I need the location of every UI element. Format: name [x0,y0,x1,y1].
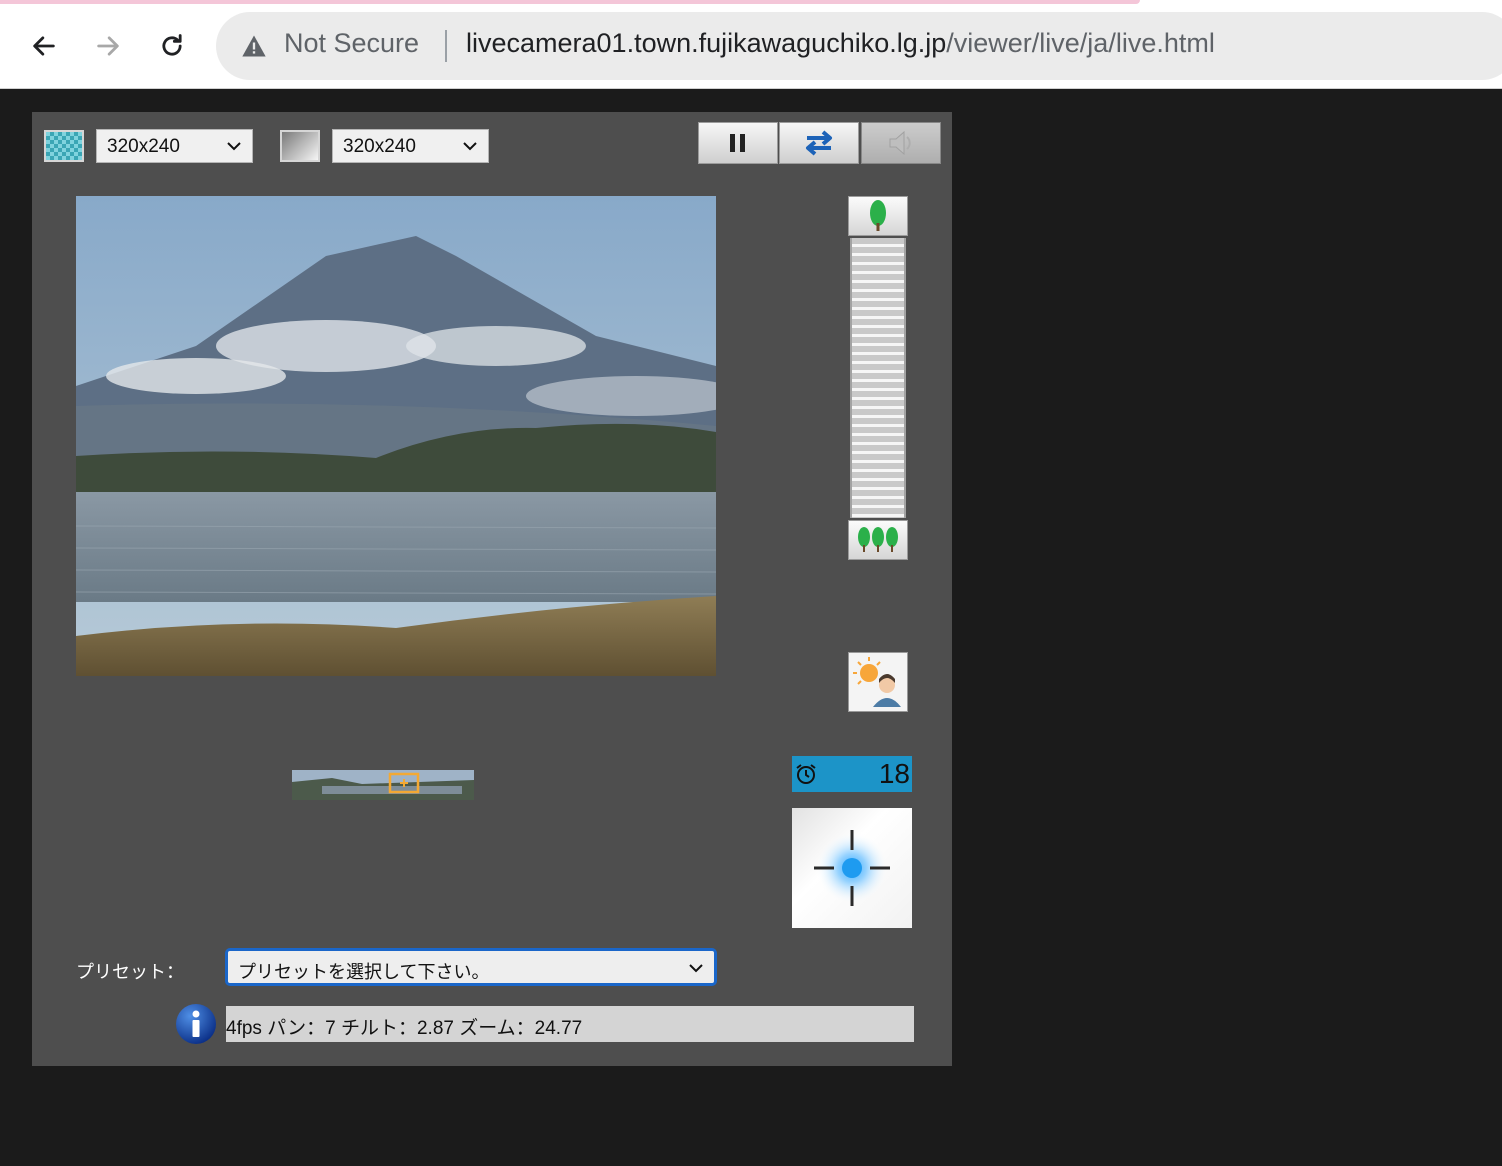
gradient-square-icon[interactable] [280,130,320,162]
swap-camera-button[interactable] [779,122,859,164]
url-text[interactable]: livecamera01.town.fujikawaguchiko.lg.jp/… [466,28,1215,59]
zoom-in-button[interactable] [848,196,908,236]
resolution-select-1[interactable]: 320x240 [96,129,253,163]
audio-button[interactable] [861,122,941,164]
address-bar[interactable]: Not Secure livecamera01.town.fujikawaguc… [216,12,1502,80]
pause-button[interactable] [698,122,778,164]
sun-person-icon [853,657,901,707]
browser-toolbar: Not Secure livecamera01.town.fujikawaguc… [0,0,1502,89]
zoom-rail[interactable] [850,238,906,518]
arrow-left-icon [33,36,55,56]
chevron-down-icon [227,142,241,151]
single-tree-icon [870,200,886,231]
session-timer: 18 [792,756,912,792]
preset-label: プリセット： [76,962,184,982]
timer-value: 18 [878,758,910,789]
preset-select[interactable]: プリセットを選択して下さい。 [225,948,717,986]
warning-icon [242,35,266,57]
arrow-right-icon [97,36,119,56]
back-button[interactable] [22,24,66,68]
alarm-clock-icon [796,764,816,784]
zoom-out-button[interactable] [848,520,908,560]
checker-pattern-icon[interactable] [44,130,84,162]
camera-viewer-panel: 320x240 320x240 18 プリセット： プリセットを選択して下さい。… [32,112,952,1066]
info-icon[interactable] [175,1003,217,1045]
speaker-icon [889,130,911,156]
resolution-select-1-value: 320x240 [107,136,180,157]
live-camera-image[interactable] [76,196,716,676]
swap-arrows-icon [806,130,832,156]
reload-button[interactable] [150,24,194,68]
mount-fuji-scene [76,196,716,676]
resolution-select-2-value: 320x240 [343,136,416,157]
panorama-image [292,770,474,800]
resolution-select-2[interactable]: 320x240 [332,129,489,163]
preset-select-value: プリセットを選択して下さい。 [238,962,490,982]
zoom-slider[interactable] [848,196,908,560]
active-tab-strip [0,0,1140,4]
pause-icon [730,134,745,152]
security-status[interactable]: Not Secure [284,28,419,59]
crosshair-icon [814,830,890,906]
url-host: livecamera01.town.fujikawaguchiko.lg.jp [466,28,947,58]
three-trees-icon [858,527,898,552]
status-bar: 4fps パン：7 チルト：2.87 ズーム：24.77 [226,1006,914,1042]
url-path: /viewer/live/ja/live.html [946,28,1215,58]
forward-button[interactable] [86,24,130,68]
reload-icon [162,34,182,56]
chevron-down-icon [463,142,477,151]
backlight-button[interactable] [848,652,908,712]
aim-button[interactable] [792,808,912,928]
panorama-thumbnail[interactable] [292,770,474,800]
address-divider [445,30,447,62]
chevron-down-icon [689,964,703,973]
